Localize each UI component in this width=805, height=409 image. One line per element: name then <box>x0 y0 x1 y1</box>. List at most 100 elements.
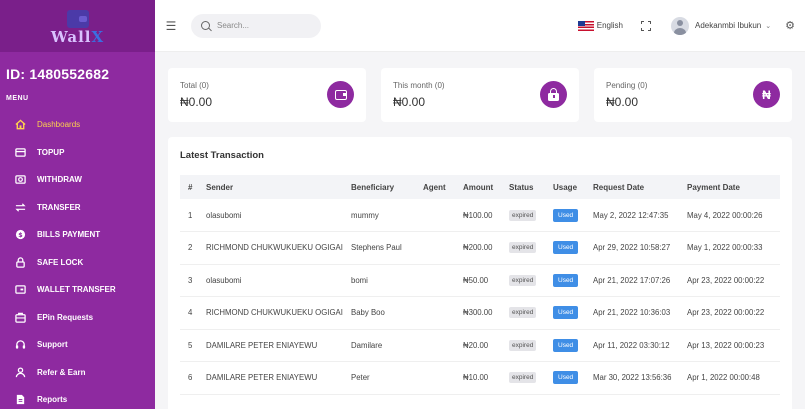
fullscreen-icon[interactable] <box>640 20 651 31</box>
cell-request-date: Mar 30, 2022 13:56:36 <box>589 361 683 395</box>
naira-icon: ₦ <box>753 81 780 108</box>
wallx-logo: WallX <box>41 8 115 46</box>
cell-beneficiary: Damilare <box>347 329 419 362</box>
usage-badge[interactable]: Used <box>553 208 579 222</box>
cell-agent <box>419 264 459 297</box>
stat-card-this-month: This month (0) ₦0.00 <box>381 68 579 122</box>
sidebar-item-support[interactable]: Support <box>0 331 155 359</box>
status-badge: expired <box>509 372 537 384</box>
search-input[interactable] <box>217 21 312 30</box>
column-header: Beneficiary <box>351 182 395 192</box>
usage-badge[interactable]: Used <box>553 273 579 287</box>
usage-badge[interactable]: Used <box>553 306 579 320</box>
menu-toggle-icon[interactable]: ☰ <box>165 19 177 33</box>
home-icon <box>13 118 27 132</box>
refer-icon <box>13 365 27 379</box>
column-header: Request Date <box>593 182 645 192</box>
user-menu[interactable]: Adekanmbi Ibukun ⌄ <box>670 16 771 35</box>
cell-request-date: Apr 11, 2022 03:30:12 <box>589 329 683 362</box>
usage-badge[interactable]: Used <box>553 338 579 352</box>
us-flag-icon <box>577 20 594 31</box>
search-box[interactable] <box>191 13 321 38</box>
status-cell: expired <box>505 199 549 232</box>
language-selector[interactable]: English <box>577 20 623 31</box>
column-header: Sender <box>206 182 234 192</box>
sidebar-item-topup[interactable]: TOPUP <box>0 139 155 167</box>
table-body: 1 olasubomi mummy ₦100.00 expired Used May 2, … <box>180 199 780 395</box>
lock-icon <box>13 255 27 269</box>
wallet-icon <box>327 81 354 108</box>
sidebar-item-label: BILLS PAYMENT <box>37 230 101 240</box>
sidebar-item-label: TOPUP <box>37 147 65 157</box>
column-header: # <box>188 182 193 192</box>
cell-amount: ₦20.00 <box>459 329 505 362</box>
usage-badge[interactable]: Used <box>553 371 579 385</box>
user-name: Adekanmbi Ibukun <box>694 21 762 30</box>
cell-n: 3 <box>180 264 202 297</box>
usage-cell: Used <box>549 296 589 330</box>
sidebar-item-dashboards[interactable]: Dashboards <box>0 111 155 139</box>
cell-payment-date: May 1, 2022 00:00:33 <box>683 231 780 265</box>
sidebar-item-transfer[interactable]: TRANSFER <box>0 194 155 222</box>
cell-sender: DAMILARE PETER ENIAYEWU <box>202 329 347 362</box>
cell-n: 5 <box>180 329 202 362</box>
column-header: Agent <box>423 182 446 192</box>
search-icon <box>201 21 210 30</box>
sidebar-item-refer-earn[interactable]: Refer & Earn <box>0 359 155 387</box>
status-badge: expired <box>509 274 537 286</box>
stat-card-total: Total (0) ₦0.00 <box>168 68 366 122</box>
cell-n: 6 <box>180 361 202 395</box>
column-header: Amount <box>463 182 494 192</box>
status-cell: expired <box>505 329 549 362</box>
sidebar-item-label: Refer & Earn <box>37 367 86 377</box>
cell-agent <box>419 296 459 330</box>
cell-sender: olasubomi <box>202 264 347 297</box>
cell-request-date: Apr 21, 2022 10:36:03 <box>589 296 683 330</box>
sidebar-item-safe-lock[interactable]: SAFE LOCK <box>0 249 155 277</box>
column-header: Status <box>509 182 534 192</box>
status-cell: expired <box>505 296 549 330</box>
sidebar-item-wallet-transfer[interactable]: WALLET TRANSFER <box>0 276 155 304</box>
cell-sender: olasubomi <box>202 199 347 232</box>
card-value: ₦0.00 <box>606 95 639 109</box>
sidebar-item-reports[interactable]: Reports <box>0 386 155 409</box>
wallet-transfer-icon <box>13 283 27 297</box>
sidebar-item-label: Reports <box>37 395 68 405</box>
table-header-row: # Sender Beneficiary Agent Amount Status… <box>180 175 780 199</box>
sidebar-item-label: WITHDRAW <box>37 175 82 185</box>
sidebar-item-label: Dashboards <box>37 120 81 130</box>
sidebar-item-label: WALLET TRANSFER <box>37 285 116 295</box>
table-row: 1 olasubomi mummy ₦100.00 expired Used May 2, … <box>180 199 780 232</box>
cell-sender: DAMILARE PETER ENIAYEWU <box>202 361 347 395</box>
sidebar-item-label: EPin Requests <box>37 312 94 322</box>
sidebar-item-label: TRANSFER <box>37 202 81 212</box>
sidebar-item-epin-requests[interactable]: EPin Requests <box>0 304 155 332</box>
usage-cell: Used <box>549 264 589 297</box>
cell-payment-date: Apr 23, 2022 00:00:22 <box>683 296 780 330</box>
column-header: Payment Date <box>687 182 740 192</box>
svg-text:$: $ <box>18 231 23 239</box>
sidebar-item-withdraw[interactable]: WITHDRAW <box>0 166 155 194</box>
bills-icon: $ <box>13 228 27 242</box>
cell-agent <box>419 329 459 362</box>
user-id: ID: 1480552682 <box>6 66 110 82</box>
logo[interactable]: WallX <box>0 0 155 52</box>
cell-payment-date: Apr 23, 2022 00:00:22 <box>683 264 780 297</box>
topbar: ☰ English Adekanmbi Ibukun ⌄ ⚙ <box>155 0 805 52</box>
gear-icon[interactable]: ⚙ <box>785 19 795 32</box>
avatar <box>670 16 689 35</box>
status-cell: expired <box>505 231 549 265</box>
panel-title: Latest Transaction <box>180 150 264 161</box>
cell-n: 1 <box>180 199 202 232</box>
language-label: English <box>596 21 623 30</box>
cell-beneficiary: bomi <box>347 264 419 297</box>
cell-payment-date: May 4, 2022 00:00:26 <box>683 199 780 232</box>
cell-payment-date: Apr 13, 2022 00:00:23 <box>683 329 780 362</box>
status-cell: expired <box>505 264 549 297</box>
cell-n: 4 <box>180 296 202 330</box>
sidebar-item-bills-payment[interactable]: $ BILLS PAYMENT <box>0 221 155 249</box>
usage-badge[interactable]: Used <box>553 241 579 255</box>
cell-amount: ₦200.00 <box>459 231 505 265</box>
table-row: 2 RICHMOND CHUKWUKUEKU OGIGAI Stephens Pau… <box>180 231 780 265</box>
status-badge: expired <box>509 339 537 351</box>
